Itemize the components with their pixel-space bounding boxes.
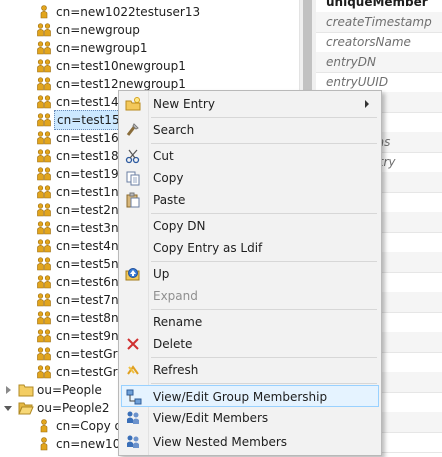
menu-label: Search — [153, 123, 195, 137]
attribute-row[interactable]: entryDN — [316, 52, 442, 73]
group-icon — [36, 166, 52, 182]
attribute-row[interactable]: createTimestamp — [316, 12, 442, 33]
expand-closed-icon[interactable] — [6, 386, 11, 394]
menu-item-search[interactable]: Search — [121, 119, 379, 141]
group-icon — [36, 238, 52, 254]
new-entry-icon — [125, 96, 141, 112]
attribute-name: createTimestamp — [326, 15, 432, 29]
group-icon — [36, 220, 52, 236]
group-icon — [36, 40, 52, 56]
menu-item-cut[interactable]: Cut — [121, 145, 379, 167]
group-icon — [36, 94, 52, 110]
group-membership-icon — [126, 389, 142, 405]
menu-label: Cut — [153, 149, 174, 163]
group-icon — [36, 292, 52, 308]
tree-item-label: cn=Copy of — [56, 419, 127, 433]
menu-label: Delete — [153, 337, 193, 351]
group-icon — [36, 328, 52, 344]
tree-item-label: cn=new1022testuser13 — [56, 5, 201, 19]
tree-item-label: cn=newgroup1 — [56, 41, 148, 55]
scissors-icon — [125, 148, 141, 164]
menu-item-copy-dn[interactable]: Copy DN — [121, 215, 379, 237]
menu-item-copy-entry-as-ldif[interactable]: Copy Entry as Ldif — [121, 237, 379, 259]
group-icon — [36, 112, 52, 128]
menu-separator — [151, 143, 377, 144]
folder-open-icon — [18, 400, 34, 416]
menu-separator — [151, 357, 377, 358]
search-icon — [125, 122, 141, 138]
menu-label: Paste — [153, 193, 186, 207]
tree-item-label: ou=People2 — [37, 401, 110, 415]
menu-label: Copy — [153, 171, 184, 185]
group-icon — [36, 148, 52, 164]
group-icon — [36, 256, 52, 272]
delete-icon — [125, 336, 141, 352]
menu-separator — [151, 213, 377, 214]
copy-icon — [125, 170, 141, 186]
paste-icon — [125, 192, 141, 208]
group-icon — [36, 58, 52, 74]
attribute-row[interactable]: creatorsName — [316, 32, 442, 53]
menu-label: Copy Entry as Ldif — [153, 241, 263, 255]
members-icon — [125, 410, 141, 426]
group-icon — [36, 274, 52, 290]
menu-item-copy[interactable]: Copy — [121, 167, 379, 189]
attribute-name: creatorsName — [326, 35, 411, 49]
menu-item-new-entry[interactable]: New Entry — [121, 93, 379, 115]
refresh-icon — [125, 362, 141, 378]
attribute-name: uniqueMember — [326, 0, 428, 9]
menu-separator — [151, 383, 377, 384]
group-icon — [36, 76, 52, 92]
menu-label: View/Edit Members — [153, 411, 269, 425]
menu-label: Refresh — [153, 363, 199, 377]
menu-label: Copy DN — [153, 219, 206, 233]
tree-item-label: ou=People — [37, 383, 102, 397]
up-icon — [125, 266, 141, 282]
group-icon — [36, 310, 52, 326]
menu-label: New Entry — [153, 97, 215, 111]
tree-item-label: cn=test10newgroup1 — [56, 59, 186, 73]
menu-item-view-edit-group-membership[interactable]: View/Edit Group Membership — [121, 385, 379, 407]
group-icon — [36, 346, 52, 362]
attribute-name: entryDN — [326, 55, 376, 69]
user-icon — [36, 4, 52, 20]
menu-item-delete[interactable]: Delete — [121, 333, 379, 355]
group-icon — [36, 364, 52, 380]
menu-item-refresh[interactable]: Refresh — [121, 359, 379, 381]
folder-icon — [18, 382, 34, 398]
attribute-name: entryUUID — [326, 75, 389, 89]
menu-separator — [151, 117, 377, 118]
menu-item-view-edit-members[interactable]: View/Edit Members — [121, 407, 379, 429]
nested-members-icon — [125, 434, 141, 450]
expand-open-icon[interactable] — [4, 406, 12, 411]
menu-separator — [151, 261, 377, 262]
menu-item-paste[interactable]: Paste — [121, 189, 379, 211]
menu-item-expand[interactable]: Expand — [121, 285, 379, 307]
group-icon — [36, 22, 52, 38]
menu-label: View/Edit Group Membership — [153, 390, 328, 404]
submenu-arrow-icon — [365, 100, 369, 108]
menu-separator — [151, 309, 377, 310]
group-icon — [36, 184, 52, 200]
context-menu: New Entry Search Cut Copy Paste Copy DN … — [118, 90, 382, 456]
menu-label: Up — [153, 267, 170, 281]
menu-item-up[interactable]: Up — [121, 263, 379, 285]
menu-item-rename[interactable]: Rename — [121, 311, 379, 333]
group-icon — [36, 130, 52, 146]
menu-label: Rename — [153, 315, 203, 329]
user-icon — [36, 418, 52, 434]
menu-label: Expand — [153, 289, 198, 303]
group-icon — [36, 202, 52, 218]
tree-item-label: cn=newgroup — [56, 23, 140, 37]
